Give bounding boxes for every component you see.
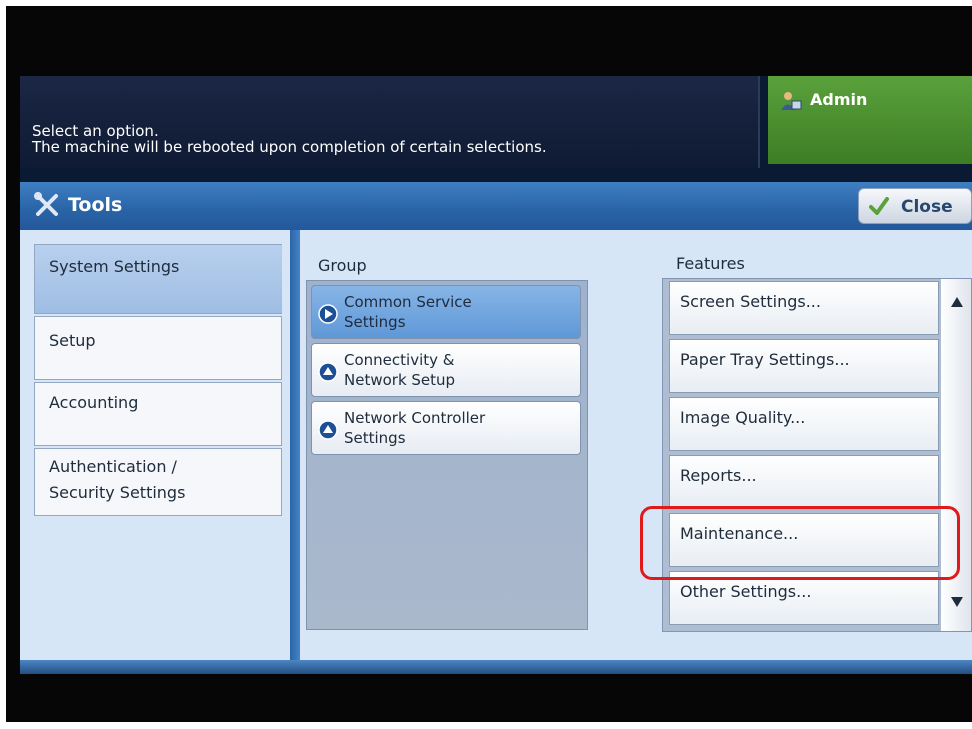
feature-label: Other Settings...	[680, 582, 812, 601]
tab-label: System Settings	[49, 257, 180, 276]
group-heading: Group	[318, 256, 367, 275]
close-button[interactable]: Close	[858, 188, 972, 224]
page-title: Tools	[68, 194, 123, 216]
checkmark-icon	[869, 197, 889, 215]
tab-label: Setup	[49, 331, 96, 350]
group-item-common-service-settings[interactable]: Common Service Settings	[311, 285, 581, 339]
group-item-line-2: Settings	[344, 429, 406, 447]
message-line-2: The machine will be rebooted upon comple…	[32, 138, 547, 156]
maintenance-highlight-box	[640, 506, 960, 580]
group-item-label: Connectivity & Network Setup	[344, 350, 455, 390]
feature-label: Image Quality...	[680, 408, 806, 427]
feature-image-quality[interactable]: Image Quality...	[669, 397, 939, 451]
scroll-up-arrow-icon[interactable]	[951, 297, 963, 307]
group-item-connectivity-network-setup[interactable]: Connectivity & Network Setup	[311, 343, 581, 397]
feature-screen-settings[interactable]: Screen Settings...	[669, 281, 939, 335]
admin-user-icon	[781, 92, 802, 110]
group-list: Common Service Settings Connectivity & N…	[306, 280, 588, 630]
group-item-network-controller-settings[interactable]: Network Controller Settings	[311, 401, 581, 455]
play-arrow-icon	[318, 304, 338, 324]
tools-icon	[34, 192, 58, 216]
feature-label: Screen Settings...	[680, 292, 821, 311]
tab-accounting[interactable]: Accounting	[34, 382, 282, 446]
admin-label: Admin	[810, 90, 868, 109]
features-heading: Features	[676, 254, 745, 273]
scroll-down-arrow-icon[interactable]	[951, 597, 963, 607]
up-arrow-icon	[318, 420, 338, 440]
feature-reports[interactable]: Reports...	[669, 455, 939, 509]
tab-label-line-2: Security Settings	[49, 483, 186, 502]
group-item-line-1: Common Service	[344, 293, 472, 311]
admin-login-button[interactable]: Admin	[768, 76, 972, 164]
up-arrow-icon	[318, 362, 338, 382]
feature-paper-tray-settings[interactable]: Paper Tray Settings...	[669, 339, 939, 393]
group-item-line-1: Network Controller	[344, 409, 486, 427]
tab-label-line-1: Authentication /	[49, 457, 177, 476]
group-item-label: Common Service Settings	[344, 292, 472, 332]
bottom-status-strip	[20, 660, 972, 674]
tab-label: Accounting	[49, 393, 139, 412]
close-label: Close	[901, 197, 953, 217]
tools-content: System Settings Setup Accounting Authent…	[20, 230, 972, 660]
group-item-line-1: Connectivity &	[344, 351, 455, 369]
tab-system-settings[interactable]: System Settings	[34, 244, 282, 314]
touch-screen: Select an option. The machine will be re…	[20, 76, 972, 674]
tools-title-bar: Tools Close	[20, 182, 972, 230]
feature-label: Reports...	[680, 466, 757, 485]
group-item-label: Network Controller Settings	[344, 408, 485, 448]
tab-setup[interactable]: Setup	[34, 316, 282, 380]
group-item-line-2: Settings	[344, 313, 406, 331]
feature-label: Paper Tray Settings...	[680, 350, 850, 369]
pane-divider	[290, 230, 300, 660]
message-bar: Select an option. The machine will be re…	[20, 76, 760, 168]
tab-authentication-security[interactable]: Authentication / Security Settings	[34, 448, 282, 516]
category-tabs: System Settings Setup Accounting Authent…	[34, 244, 282, 640]
group-item-line-2: Network Setup	[344, 371, 456, 389]
